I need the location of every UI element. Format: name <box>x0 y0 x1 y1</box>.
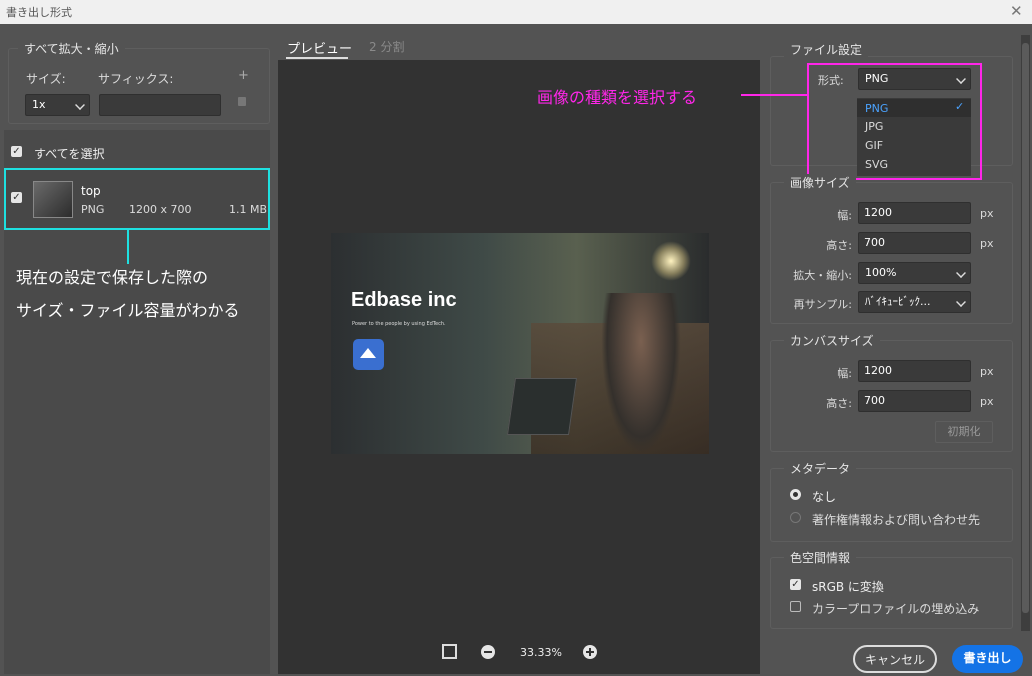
metadata-legend: メタデータ <box>784 460 857 477</box>
canvas-width-input[interactable]: 1200 <box>858 360 971 382</box>
asset-dimensions: 1200 x 700 <box>129 203 192 216</box>
window-title: 書き出し形式 <box>6 6 72 19</box>
asset-file-size: 1.1 MB <box>229 203 268 216</box>
scale-value: 1x <box>32 98 46 111</box>
chevron-down-icon <box>956 268 966 278</box>
add-icon[interactable]: + <box>238 68 249 83</box>
canvas-size-legend: カンバスサイズ <box>784 332 880 349</box>
reset-button[interactable]: 初期化 <box>935 421 993 443</box>
canvas-height-label: 高さ: <box>826 397 852 410</box>
color-space-legend: 色空間情報 <box>784 549 857 566</box>
format-value: PNG <box>865 72 889 85</box>
format-select[interactable]: PNG <box>858 68 971 90</box>
format-dropdown: PNG ✓ JPG GIF SVG <box>857 98 971 176</box>
chevron-down-icon <box>75 100 85 110</box>
scrollbar-thumb[interactable] <box>1022 43 1029 613</box>
metadata-copyright-label: 著作権情報および問い合わせ先 <box>812 513 981 527</box>
metadata-none-label: なし <box>812 490 837 504</box>
scale-select[interactable]: 1x <box>25 94 90 116</box>
srgb-label: sRGB に変換 <box>812 580 884 594</box>
logo-mark <box>360 348 376 358</box>
file-settings-legend: ファイル設定 <box>784 41 869 58</box>
scale-percent-value: 100% <box>865 266 897 279</box>
annotation-left-line1: 現在の設定で保存した際の <box>16 268 209 287</box>
title-bar: 書き出し形式 ✕ <box>0 0 1032 24</box>
canvas-width-unit: px <box>980 365 994 378</box>
metadata-group <box>770 468 1013 542</box>
image-height-input[interactable]: 700 <box>858 232 971 254</box>
zoom-out-icon[interactable] <box>481 645 495 659</box>
chevron-down-icon <box>956 297 966 307</box>
embed-profile-checkbox[interactable] <box>790 601 801 612</box>
preview-tagline: Power to the people by using EdTech. <box>352 321 446 327</box>
dropdown-option-jpg[interactable]: JPG <box>865 120 883 133</box>
format-label: 形式: <box>818 74 844 87</box>
tab-split[interactable]: 2 分割 <box>369 38 404 55</box>
asset-checkbox[interactable]: ✓ <box>11 192 22 203</box>
fit-to-view-icon[interactable] <box>442 644 457 659</box>
image-width-unit: px <box>980 207 994 220</box>
dropdown-option-svg[interactable]: SVG <box>865 158 888 171</box>
trash-icon[interactable] <box>238 97 246 106</box>
scrollbar[interactable] <box>1021 35 1030 631</box>
dropdown-option-gif[interactable]: GIF <box>865 139 883 152</box>
person-shape <box>601 293 681 454</box>
minus-glyph <box>484 651 492 653</box>
preview-image: Edbase inc Power to the people by using … <box>331 233 709 454</box>
scale-percent-select[interactable]: 100% <box>858 262 971 284</box>
zoom-in-icon[interactable] <box>583 645 597 659</box>
suffix-label: サフィックス: <box>98 72 174 86</box>
tab-preview[interactable]: プレビュー <box>287 38 352 57</box>
annotation-right: 画像の種類を選択する <box>537 88 698 107</box>
select-all-label: すべてを選択 <box>34 147 105 161</box>
resample-label: 再サンプル: <box>793 298 852 311</box>
zoom-level: 33.33% <box>520 646 562 659</box>
lamp-shape <box>651 241 691 281</box>
canvas-width-label: 幅: <box>837 367 852 380</box>
option-label: PNG <box>865 102 889 115</box>
image-width-label: 幅: <box>837 209 852 222</box>
asset-format: PNG <box>81 203 105 216</box>
metadata-copyright-radio[interactable] <box>790 512 801 523</box>
image-height-unit: px <box>980 237 994 250</box>
srgb-checkbox[interactable]: ✓ <box>790 579 801 590</box>
image-width-input[interactable]: 1200 <box>858 202 971 224</box>
tab-underline <box>286 57 348 59</box>
select-all-checkbox[interactable]: ✓ <box>11 146 22 157</box>
logo-icon <box>353 339 384 370</box>
chevron-down-icon <box>956 74 966 84</box>
annotation-connector <box>127 228 129 264</box>
cancel-button[interactable]: キャンセル <box>853 645 937 673</box>
annotation-right-connector <box>741 94 807 96</box>
laptop-shape <box>506 378 578 435</box>
canvas-height-input[interactable]: 700 <box>858 390 971 412</box>
resample-select[interactable]: ﾊﾞｲｷｭｰﾋﾞｯｸ... <box>858 291 971 313</box>
asset-name: top <box>81 184 101 198</box>
annotation-left-line2: サイズ・ファイル容量がわかる <box>16 301 240 320</box>
canvas-height-unit: px <box>980 395 994 408</box>
scale-label: 拡大・縮小: <box>793 269 852 282</box>
color-space-group <box>770 557 1013 629</box>
image-height-label: 高さ: <box>826 239 852 252</box>
metadata-none-radio[interactable] <box>790 489 801 500</box>
resample-value: ﾊﾞｲｷｭｰﾋﾞｯｸ... <box>865 295 931 308</box>
preview-headline: Edbase inc <box>351 289 457 311</box>
asset-thumbnail <box>33 181 73 218</box>
scale-all-legend: すべて拡大・縮小 <box>18 40 125 57</box>
embed-profile-label: カラープロファイルの埋め込み <box>812 602 980 616</box>
export-button[interactable]: 書き出し <box>952 645 1023 673</box>
suffix-input[interactable] <box>99 94 221 116</box>
plus-glyph-v <box>589 648 591 656</box>
dropdown-option-png[interactable]: PNG ✓ <box>857 99 971 117</box>
image-size-legend: 画像サイズ <box>784 174 856 191</box>
close-icon[interactable]: ✕ <box>1010 2 1023 20</box>
checkmark-icon: ✓ <box>955 100 965 113</box>
size-label: サイズ: <box>26 72 66 86</box>
